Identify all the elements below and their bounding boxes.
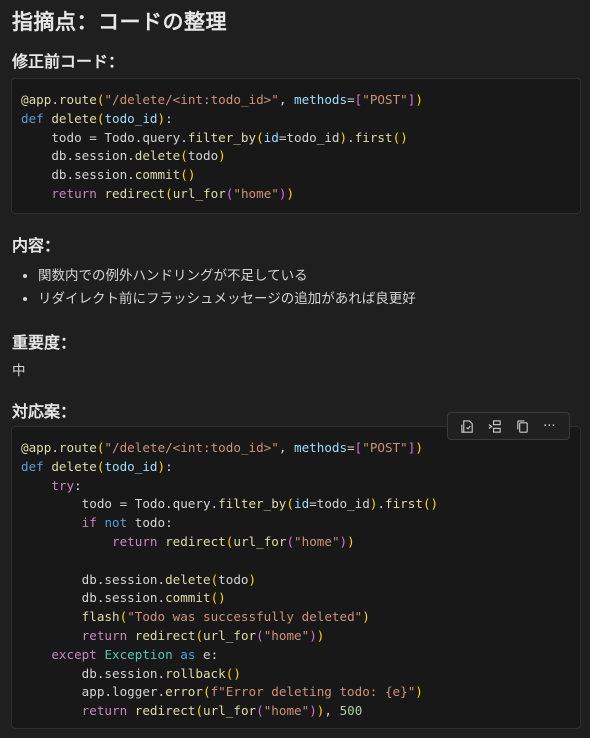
code-line: @app.route("/delete/<int:todo_id>", meth… (21, 92, 423, 107)
code-line: db.session.delete(todo) (21, 148, 226, 164)
chat-response: 指摘点：コードの整理 修正前コード： @app.route("/delete/<… (0, 0, 590, 738)
section-heading-importance: 重要度： (12, 333, 77, 352)
code-line: return redirect(url_for("home")) (51, 185, 295, 201)
section-heading-before: 修正前コード： (12, 52, 125, 71)
more-icon[interactable]: ··· (540, 417, 558, 435)
code-line: todo = Todo.query.filter_by(id=todo_id).… (21, 496, 439, 512)
content-list: 関数内での例外ハンドリングが不足している リダイレクト前にフラッシュメッセージの… (0, 265, 416, 311)
code-line: db.session.delete(todo) (21, 571, 257, 587)
code-line: if not todo: (81, 515, 173, 531)
code-line: db.session.commit() (21, 590, 226, 606)
importance-value: 中 (12, 363, 26, 379)
code-line: app.logger.error(f"Error deleting todo: … (21, 684, 423, 700)
code-line: @app.route("/delete/<int:todo_id>", meth… (21, 440, 423, 455)
code-line: try: (51, 477, 82, 493)
code-line: todo = Todo.query.filter_by(id=todo_id).… (21, 129, 408, 145)
code-toolbar: ··· (447, 412, 570, 440)
code-line: def delete(todo_id): (21, 458, 173, 474)
code-line: return redirect(url_for("home")), 500 (81, 703, 363, 719)
code-line: db.session.rollback() (21, 665, 241, 681)
copy-icon[interactable] (513, 417, 531, 435)
apply-icon[interactable] (459, 417, 477, 435)
code-line: except Exception as e: (51, 646, 219, 662)
code-block-before[interactable]: @app.route("/delete/<int:todo_id>", meth… (11, 78, 581, 214)
insert-icon[interactable] (486, 417, 504, 435)
code-line: db.session.commit() (21, 167, 196, 183)
list-item: 関数内での例外ハンドリングが不足している (38, 265, 416, 288)
section-heading-remedy: 対応案： (12, 402, 77, 421)
section-heading-content: 内容： (12, 236, 61, 255)
code-block-after[interactable]: @app.route("/delete/<int:todo_id>", meth… (11, 426, 581, 729)
page-title: 指摘点：コードの整理 (12, 10, 227, 34)
code-line: def delete(todo_id): (21, 110, 173, 126)
code-line: return redirect(url_for("home")) (81, 627, 325, 643)
list-item: リダイレクト前にフラッシュメッセージの追加があれば良更好 (38, 288, 416, 311)
code-line: flash("Todo was successfully deleted") (81, 609, 370, 625)
code-line: return redirect(url_for("home")) (112, 533, 355, 549)
